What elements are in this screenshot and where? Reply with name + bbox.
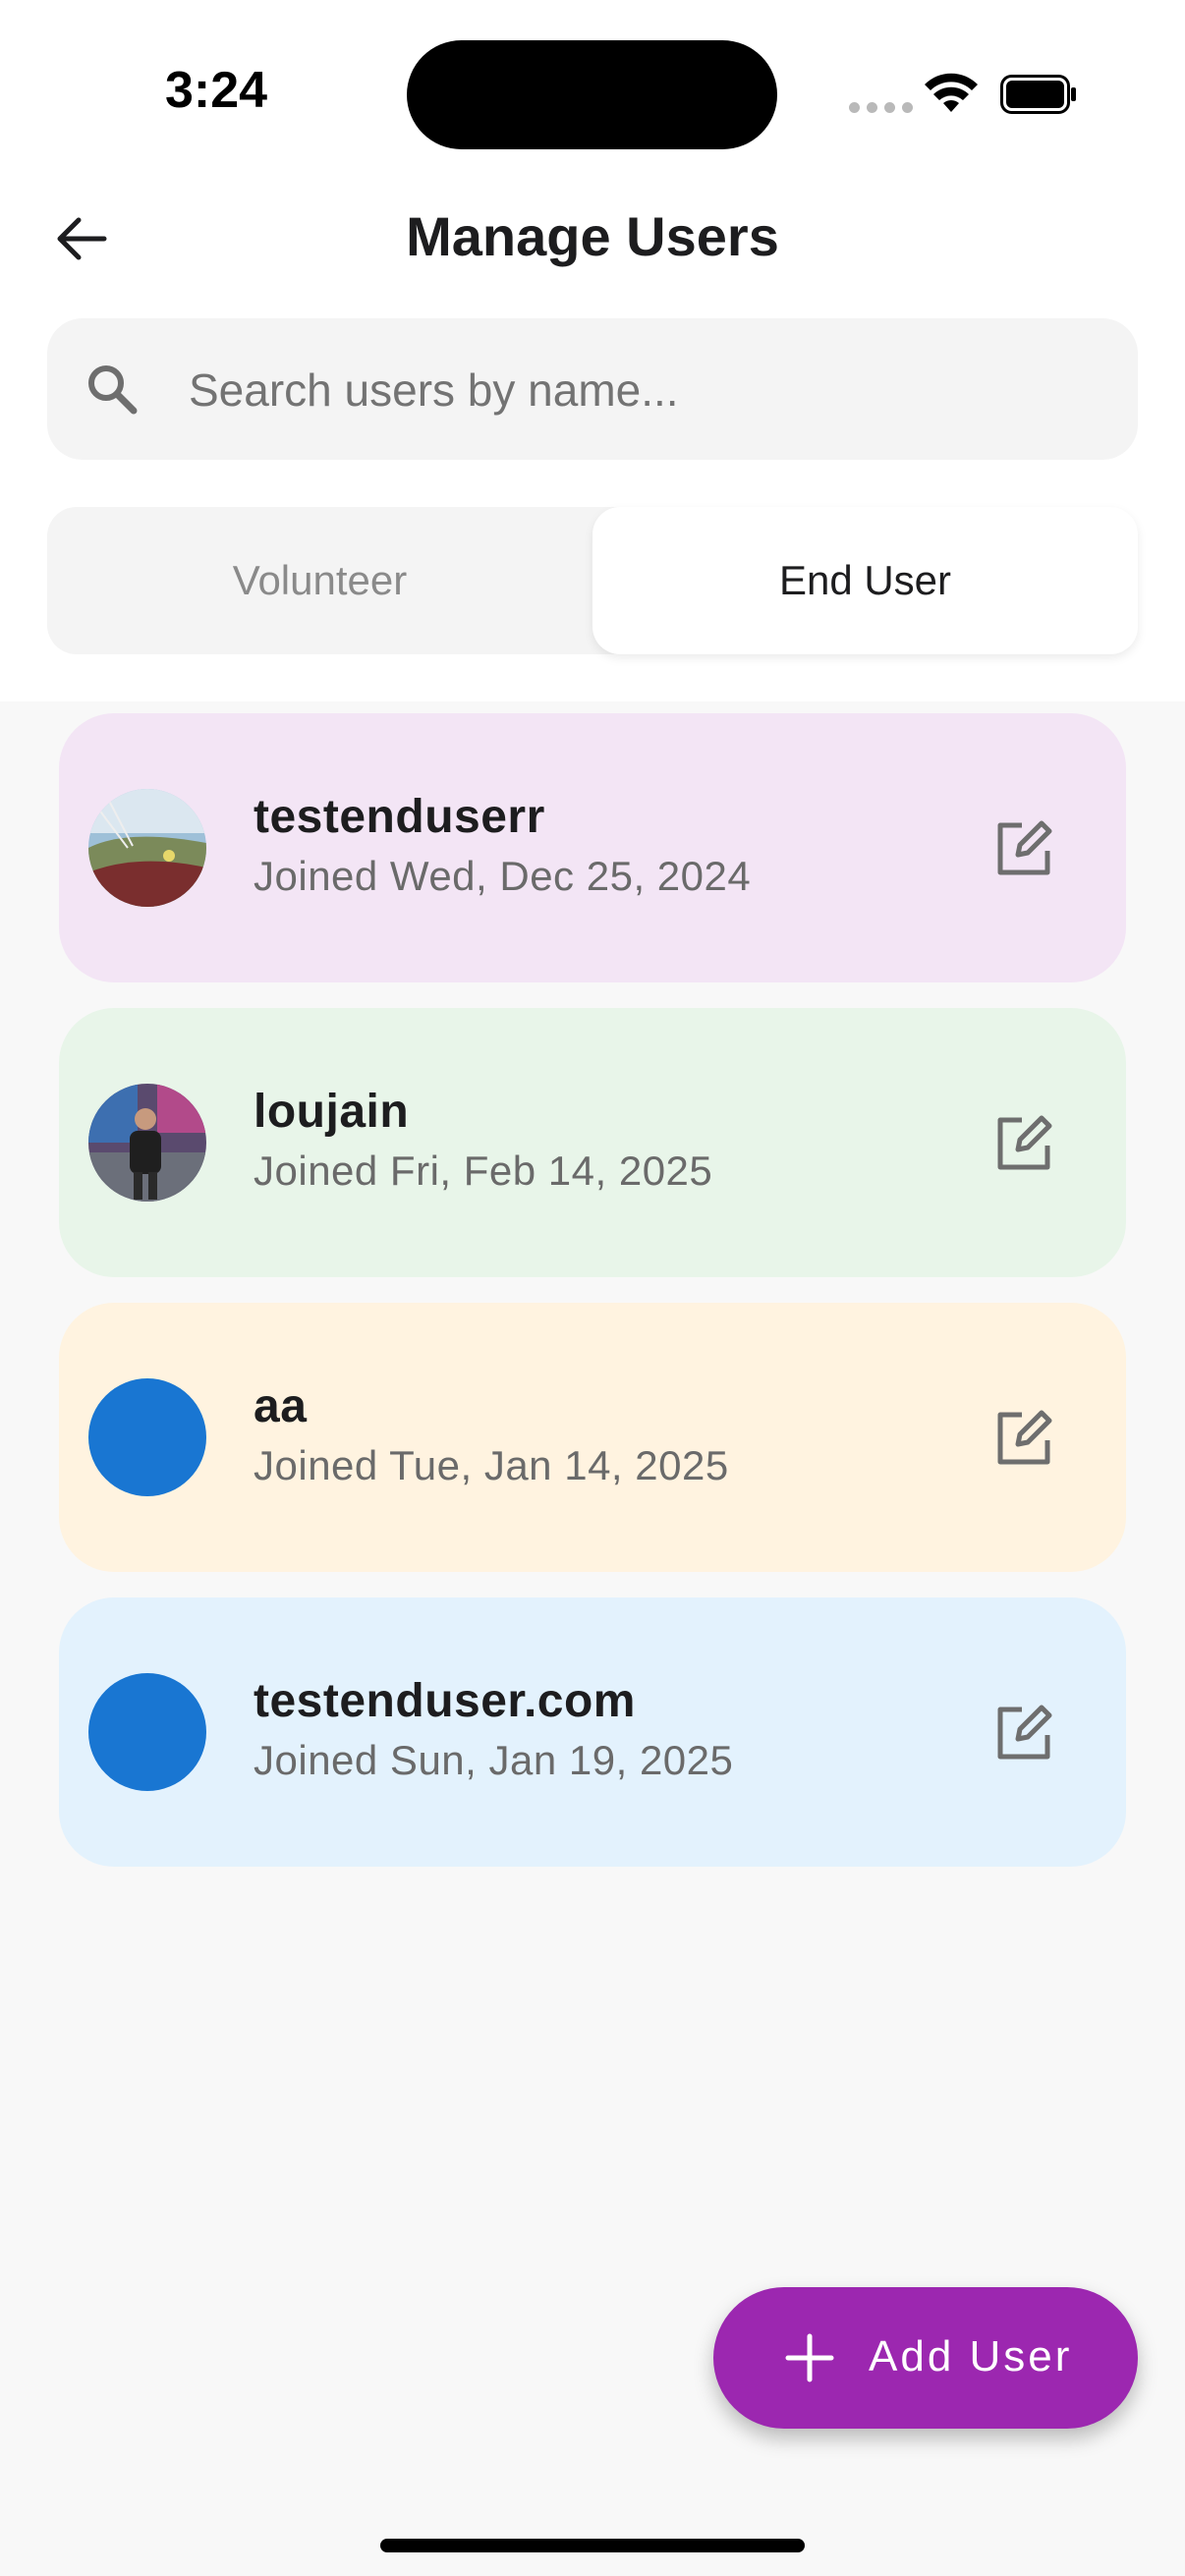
user-joined-date: Joined Wed, Dec 25, 2024	[254, 853, 752, 899]
battery-icon	[1000, 75, 1076, 114]
user-type-tabs: Volunteer End User	[47, 507, 1138, 654]
wifi-icon	[925, 73, 978, 112]
user-card[interactable]: testenduserr Joined Wed, Dec 25, 2024	[59, 713, 1126, 982]
search-icon	[88, 365, 138, 415]
user-name: testenduserr	[254, 791, 545, 843]
add-user-label: Add User	[869, 2332, 1073, 2380]
avatar	[88, 789, 206, 907]
dynamic-island	[407, 40, 777, 149]
user-name: loujain	[254, 1086, 410, 1138]
status-time: 3:24	[165, 62, 268, 119]
edit-icon[interactable]	[990, 815, 1057, 882]
search-bar[interactable]	[47, 318, 1138, 460]
tab-volunteer[interactable]: Volunteer	[47, 507, 592, 654]
user-name: aa	[254, 1380, 308, 1432]
edit-icon[interactable]	[990, 1700, 1057, 1766]
avatar	[88, 1673, 206, 1791]
user-joined-date: Joined Tue, Jan 14, 2025	[254, 1442, 729, 1488]
add-user-button[interactable]: Add User	[713, 2287, 1138, 2429]
user-name: testenduser.com	[254, 1675, 636, 1727]
user-card[interactable]: testenduser.com Joined Sun, Jan 19, 2025	[59, 1597, 1126, 1867]
search-input[interactable]	[187, 354, 1075, 426]
user-card[interactable]: aa Joined Tue, Jan 14, 2025	[59, 1303, 1126, 1572]
edit-icon[interactable]	[990, 1110, 1057, 1177]
home-indicator[interactable]	[380, 2539, 805, 2552]
cellular-signal-icon	[849, 102, 913, 113]
user-joined-date: Joined Fri, Feb 14, 2025	[254, 1148, 713, 1194]
user-card[interactable]: loujain Joined Fri, Feb 14, 2025	[59, 1008, 1126, 1277]
avatar	[88, 1084, 206, 1202]
plus-icon	[785, 2333, 834, 2382]
avatar	[88, 1378, 206, 1496]
page-title: Manage Users	[406, 205, 779, 267]
tab-end-user[interactable]: End User	[592, 507, 1138, 654]
edit-icon[interactable]	[990, 1405, 1057, 1472]
user-joined-date: Joined Sun, Jan 19, 2025	[254, 1737, 734, 1783]
